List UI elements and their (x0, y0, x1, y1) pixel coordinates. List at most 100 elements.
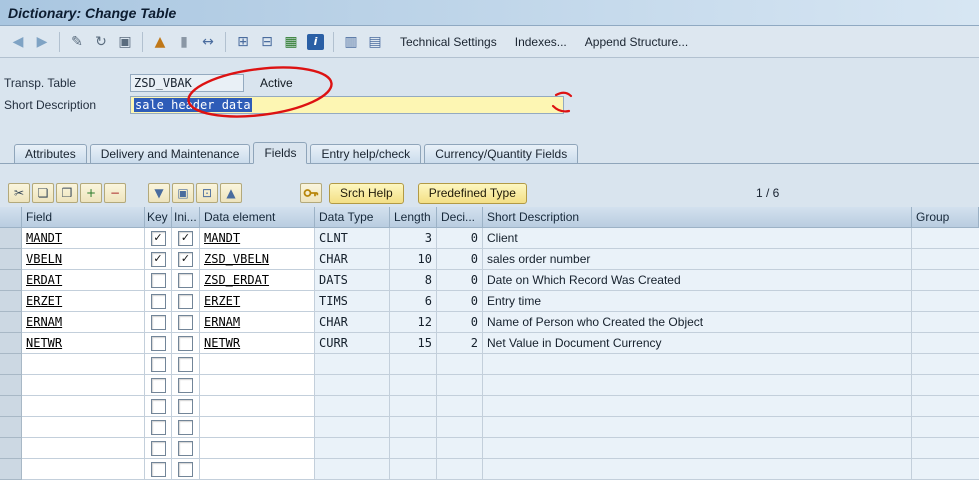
key-checkbox[interactable]: ✓ (150, 230, 166, 246)
insert-element-icon[interactable]: ▮ (172, 31, 196, 53)
field-name-cell[interactable] (22, 354, 145, 375)
runtime-object-icon[interactable]: ⊟ (255, 31, 279, 53)
field-name-cell[interactable]: ERNAM (22, 312, 145, 333)
toolbar-button-indexes[interactable]: Indexes... (506, 35, 576, 49)
row-selector[interactable] (0, 270, 22, 291)
row-selector[interactable] (0, 375, 22, 396)
key-icon[interactable] (300, 183, 322, 203)
data-element-cell[interactable] (200, 459, 315, 480)
grid-button-srch-help[interactable]: Srch Help (329, 182, 404, 204)
data-element-cell[interactable]: ERNAM (200, 312, 315, 333)
data-element-cell[interactable]: ERZET (200, 291, 315, 312)
row-selector[interactable] (0, 291, 22, 312)
initial-checkbox[interactable] (178, 293, 193, 309)
table-contents-icon[interactable]: ▦ (279, 31, 303, 53)
initial-checkbox[interactable] (178, 314, 193, 330)
initial-checkbox[interactable] (178, 398, 193, 414)
length-cell (390, 396, 437, 417)
toolbar-button-technical-settings[interactable]: Technical Settings (391, 35, 506, 49)
row-selector[interactable] (0, 417, 22, 438)
row-selector[interactable] (0, 354, 22, 375)
field-name-cell[interactable]: MANDT (22, 228, 145, 249)
key-checkbox[interactable] (150, 293, 166, 309)
key-checkbox[interactable] (150, 272, 166, 288)
index-table-icon[interactable]: ▤ (363, 31, 387, 53)
row-selector[interactable] (0, 438, 22, 459)
toolbar-separator (59, 31, 60, 52)
tab-currency-quantity-fields[interactable]: Currency/Quantity Fields (424, 144, 579, 163)
row-selector[interactable] (0, 396, 22, 417)
key-checkbox[interactable] (150, 419, 166, 435)
row-selector[interactable] (0, 249, 22, 270)
select-all-icon[interactable]: ▣ (172, 183, 194, 203)
key-checkbox[interactable] (150, 377, 166, 393)
database-utility-icon[interactable]: ▥ (339, 31, 363, 53)
initial-checkbox[interactable] (178, 272, 193, 288)
info-icon[interactable]: i (307, 33, 324, 50)
key-checkbox[interactable] (150, 314, 166, 330)
grid-button-predefined-type[interactable]: Predefined Type (417, 182, 527, 204)
copy-icon[interactable]: ❏ (32, 183, 54, 203)
initial-checkbox[interactable] (178, 377, 193, 393)
field-name-cell[interactable] (22, 375, 145, 396)
toolbar-button-append-structure[interactable]: Append Structure... (576, 35, 697, 49)
data-element-cell[interactable]: ZSD_VBELN (200, 249, 315, 270)
short-description-field[interactable]: sale header data (130, 96, 564, 114)
initial-checkbox[interactable] (178, 461, 193, 477)
data-element-cell[interactable]: NETWR (200, 333, 315, 354)
expand-icon[interactable]: ⊡ (196, 183, 218, 203)
tab-delivery-and-maintenance[interactable]: Delivery and Maintenance (89, 144, 251, 163)
data-element-cell[interactable] (200, 375, 315, 396)
key-checkbox[interactable]: ✓ (150, 251, 166, 267)
row-selector[interactable] (0, 459, 22, 480)
initial-checkbox[interactable]: ✓ (178, 251, 193, 267)
paste-icon[interactable]: ❒ (56, 183, 78, 203)
data-element-cell[interactable] (200, 417, 315, 438)
field-name-cell[interactable] (22, 417, 145, 438)
back-icon[interactable]: ◀ (6, 31, 30, 53)
data-element-cell[interactable] (200, 396, 315, 417)
key-checkbox[interactable] (150, 356, 166, 372)
row-selector[interactable] (0, 333, 22, 354)
key-checkbox[interactable] (150, 335, 166, 351)
field-name-cell[interactable] (22, 438, 145, 459)
display-change-icon[interactable]: ✎ (65, 31, 89, 53)
initial-checkbox[interactable]: ✓ (178, 230, 193, 246)
field-name-cell[interactable]: NETWR (22, 333, 145, 354)
initial-checkbox[interactable] (178, 440, 193, 456)
initial-checkbox[interactable] (178, 335, 193, 351)
key-checkbox[interactable] (150, 461, 166, 477)
key-checkbox[interactable] (150, 398, 166, 414)
copy-object-icon[interactable]: ▣ (113, 31, 137, 53)
refresh-icon[interactable]: ↻ (89, 31, 113, 53)
data-element-cell[interactable] (200, 438, 315, 459)
where-used-icon[interactable]: ↔ (196, 31, 220, 53)
tab-fields[interactable]: Fields (253, 142, 308, 164)
hierarchy-icon[interactable]: ⊞ (231, 31, 255, 53)
tab-attributes[interactable]: Attributes (14, 144, 87, 163)
move-up-icon[interactable]: ▲ (220, 183, 242, 203)
field-name-cell[interactable]: VBELN (22, 249, 145, 270)
cut-icon[interactable]: ✂ (8, 183, 30, 203)
key-checkbox[interactable] (150, 440, 166, 456)
activate-icon[interactable]: ▲ (148, 31, 172, 53)
forward-icon[interactable]: ▶ (30, 31, 54, 53)
data-type-cell (315, 396, 390, 417)
field-name-cell[interactable]: ERZET (22, 291, 145, 312)
transp-table-field[interactable]: ZSD_VBAK (130, 74, 244, 92)
field-name-cell[interactable] (22, 459, 145, 480)
data-element-cell[interactable]: ZSD_ERDAT (200, 270, 315, 291)
initial-checkbox[interactable] (178, 356, 193, 372)
delete-row-icon[interactable]: − (104, 183, 126, 203)
data-element-cell[interactable]: MANDT (200, 228, 315, 249)
tab-entry-help-check[interactable]: Entry help/check (310, 144, 422, 163)
move-down-icon[interactable]: ▼ (148, 183, 170, 203)
field-name-cell[interactable]: ERDAT (22, 270, 145, 291)
row-selector[interactable] (0, 312, 22, 333)
insert-row-icon[interactable]: + (80, 183, 102, 203)
initial-checkbox[interactable] (178, 419, 193, 435)
field-name-cell[interactable] (22, 396, 145, 417)
short-description-label: Short Description (4, 98, 97, 112)
row-selector[interactable] (0, 228, 22, 249)
data-element-cell[interactable] (200, 354, 315, 375)
